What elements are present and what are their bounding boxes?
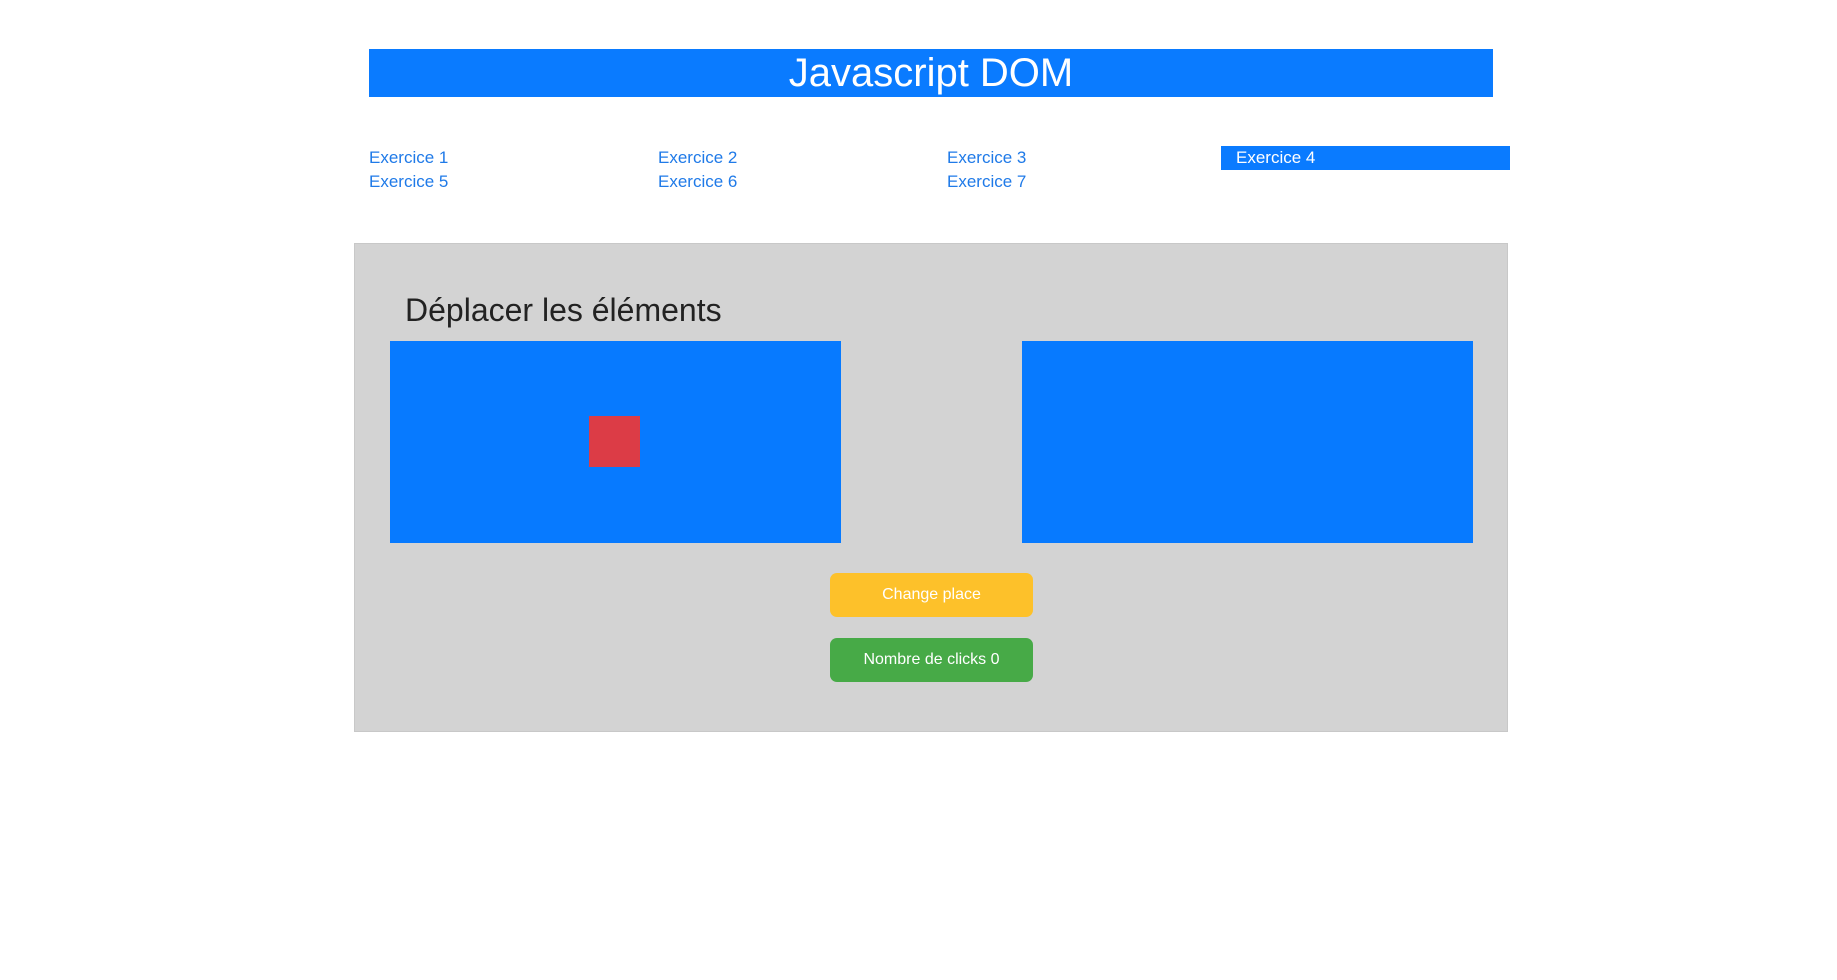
left-container: [390, 341, 841, 543]
nav-link-exercice-1[interactable]: Exercice 1: [369, 146, 658, 170]
nav-link-exercice-6[interactable]: Exercice 6: [658, 170, 947, 194]
nav-link-exercice-5[interactable]: Exercice 5: [369, 170, 658, 194]
right-container: [1022, 341, 1473, 543]
click-count-button[interactable]: Nombre de clicks 0: [830, 638, 1033, 682]
exercise-panel: Déplacer les éléments Change place Nombr…: [354, 243, 1508, 732]
nav-link-exercice-7[interactable]: Exercice 7: [947, 170, 1221, 194]
nav-link-exercice-4[interactable]: Exercice 4: [1221, 146, 1510, 170]
page-title: Javascript DOM: [788, 51, 1074, 95]
panel-title: Déplacer les éléments: [405, 292, 722, 328]
page: Javascript DOM Exercice 1 Exercice 2 Exe…: [0, 0, 1837, 980]
change-place-button[interactable]: Change place: [830, 573, 1033, 617]
exercise-nav: Exercice 1 Exercice 2 Exercice 3 Exercic…: [369, 146, 1510, 194]
nav-link-exercice-3[interactable]: Exercice 3: [947, 146, 1221, 170]
nav-link-exercice-2[interactable]: Exercice 2: [658, 146, 947, 170]
movable-square[interactable]: [589, 416, 640, 467]
page-header: Javascript DOM: [369, 49, 1493, 97]
